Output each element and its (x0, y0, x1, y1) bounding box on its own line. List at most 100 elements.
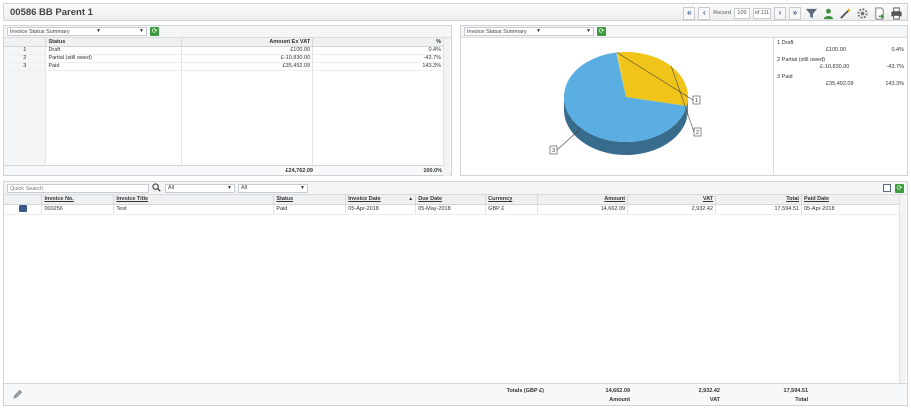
filter1-label: All (168, 185, 175, 191)
pct-cell: 143.3% (312, 62, 444, 71)
legend-pct: -43.7% (886, 64, 904, 70)
refresh-icon[interactable]: ⟳ (895, 184, 904, 193)
invoice-table: Invoice No. Invoice Title Status Invoice… (4, 195, 901, 215)
refresh-icon[interactable]: ⟳ (150, 27, 159, 36)
document-icon[interactable] (18, 204, 27, 212)
filter-select-1[interactable]: All ▼ (165, 183, 235, 193)
paid-date-cell: 05-Apr-2018 (801, 204, 901, 215)
search-icon[interactable] (152, 183, 162, 193)
grid-scrollbar[interactable] (899, 195, 906, 384)
totals-total: 17,594.51 (783, 388, 808, 394)
row-number: 2 (4, 54, 47, 63)
rownum-column-fill (4, 71, 46, 169)
status-column-header[interactable]: Status (45, 38, 183, 47)
legend-item: 2 Partial (still owed) £-10,830.00 -43.7… (774, 55, 908, 72)
status-cell: Draft (45, 46, 183, 55)
amount-column-header[interactable]: Amount Ex VAT (181, 38, 314, 47)
invoice-status-chart-panel: Invoice Status Summary ▼ ▼ ⟳ 1 2 3 1 Draft… (460, 25, 908, 176)
amount-cell: £35,492.09 (181, 62, 314, 71)
invoice-date-header[interactable]: Invoice Date ▲ (345, 195, 417, 205)
currency-header[interactable]: Currency (485, 195, 539, 205)
invoice-date-label: Invoice Date (348, 196, 381, 203)
chart-view-select[interactable]: Invoice Status Summary ▼ ▼ (464, 27, 594, 36)
totals-total-label: Total (795, 397, 808, 403)
pct-column-header[interactable]: % (312, 38, 444, 47)
chevron-down-icon: ▼ (300, 184, 305, 191)
record-count: of 111 (753, 7, 771, 19)
grid-totals-footer: Totals (GBP £) 14,662.09 2,932.42 17,594… (4, 383, 907, 405)
legend-label: 1 Draft (777, 40, 794, 46)
pencil-icon[interactable] (12, 389, 23, 402)
invoice-date-cell: 05-Apr-2018 (345, 204, 417, 215)
summary-table: Status Amount Ex VAT % 1 Draft £100.00 0… (4, 38, 444, 71)
summary-view-select[interactable]: Invoice Status Summary ▼ ▼ (7, 27, 147, 36)
status-header[interactable]: Status (273, 195, 347, 205)
invoice-title-header[interactable]: Invoice Title (113, 195, 275, 205)
first-record-button[interactable]: « (683, 6, 696, 20)
amount-cell: £-10,830.00 (181, 54, 314, 63)
filter-select-2[interactable]: All ▼ (238, 183, 308, 193)
next-record-button[interactable]: › (774, 6, 786, 20)
total-header[interactable]: Total (715, 195, 802, 205)
amount-cell: £100.00 (181, 46, 314, 55)
settings-gear-icon[interactable] (855, 6, 869, 20)
invoice-status-summary-panel: Invoice Status Summary ▼ ▼ ⟳ Status Amou… (3, 25, 452, 176)
vat-header[interactable]: VAT (627, 195, 717, 205)
legend-label: 2 Partial (still owed) (777, 57, 825, 63)
print-icon[interactable] (889, 6, 903, 20)
table-row[interactable]: 1 Draft £100.00 0.4% (4, 46, 444, 55)
row-open-cell[interactable] (4, 204, 43, 215)
quick-search-input[interactable]: Quick Search (7, 183, 149, 193)
legend-pct: 143.3% (885, 81, 904, 87)
total-amount: £24,762.09 (285, 168, 313, 174)
magic-wand-icon[interactable] (838, 6, 852, 20)
last-record-button[interactable]: » (789, 6, 801, 20)
legend-pct: 0.4% (891, 47, 904, 53)
chart-toolbar: Invoice Status Summary ▼ ▼ ⟳ (461, 26, 907, 38)
pie-chart[interactable]: 1 2 3 (461, 39, 771, 175)
total-cell: 17,594.51 (715, 204, 802, 215)
due-date-cell: 05-May-2018 (415, 204, 487, 215)
filter-icon[interactable] (804, 6, 818, 20)
grid-toolbar: Quick Search All ▼ All ▼ ⟳ (4, 182, 907, 195)
total-pct: 100.0% (423, 168, 442, 174)
filter2-label: All (241, 185, 248, 191)
status-cell: Partial (still owed) (45, 54, 183, 63)
pct-cell: -43.7% (312, 54, 444, 63)
user-icon[interactable] (821, 6, 835, 20)
pie-label-1: 1 (695, 98, 698, 104)
record-header: 00586 BB Parent 1 « ‹ Record 109 of 111 … (3, 3, 908, 21)
invoice-no-header[interactable]: Invoice No. (41, 195, 115, 205)
refresh-icon[interactable]: ⟳ (597, 27, 606, 36)
prev-record-button[interactable]: ‹ (698, 6, 711, 20)
export-document-icon[interactable] (872, 6, 886, 20)
row-icon-header (4, 195, 43, 205)
totals-vat: 2,932.42 (698, 388, 720, 394)
paid-date-header[interactable]: Paid Date (801, 195, 901, 205)
amount-column-fill (182, 71, 313, 169)
totals-amount: 14,662.09 (605, 388, 630, 394)
totals-label: Totals (GBP £) (506, 388, 544, 394)
due-date-header[interactable]: Due Date (415, 195, 487, 205)
chart-legend: 1 Draft £100.00 0.4% 2 Partial (still ow… (773, 38, 908, 176)
row-number: 1 (4, 46, 47, 55)
summary-totals-row: £24,762.09 100.0% (4, 165, 444, 175)
pie-label-3: 3 (552, 148, 555, 154)
record-number-input[interactable]: 109 (734, 7, 750, 19)
table-row[interactable]: 3 Paid £35,492.09 143.3% (4, 62, 444, 71)
page-title: 00586 BB Parent 1 (10, 6, 93, 18)
sort-ascending-icon: ▲ (408, 196, 414, 203)
chevron-down-icon: ▼ (227, 184, 232, 191)
amount-header[interactable]: Amount (537, 195, 629, 205)
table-row[interactable]: 2 Partial (still owed) £-10,830.00 -43.7… (4, 54, 444, 63)
summary-scrollbar[interactable] (443, 38, 450, 176)
status-column-fill (46, 71, 182, 169)
legend-amount: £100.00 (826, 47, 846, 53)
chevron-down-icon: ▼ (139, 28, 144, 34)
table-row[interactable]: 000256 Test Paid 05-Apr-2018 05-May-2018… (4, 204, 901, 215)
rownum-header (4, 38, 47, 47)
status-cell: Paid (273, 204, 347, 215)
currency-cell: GBP £ (485, 204, 539, 215)
vat-cell: 2,932.42 (627, 204, 717, 215)
copy-icon[interactable] (883, 184, 891, 192)
